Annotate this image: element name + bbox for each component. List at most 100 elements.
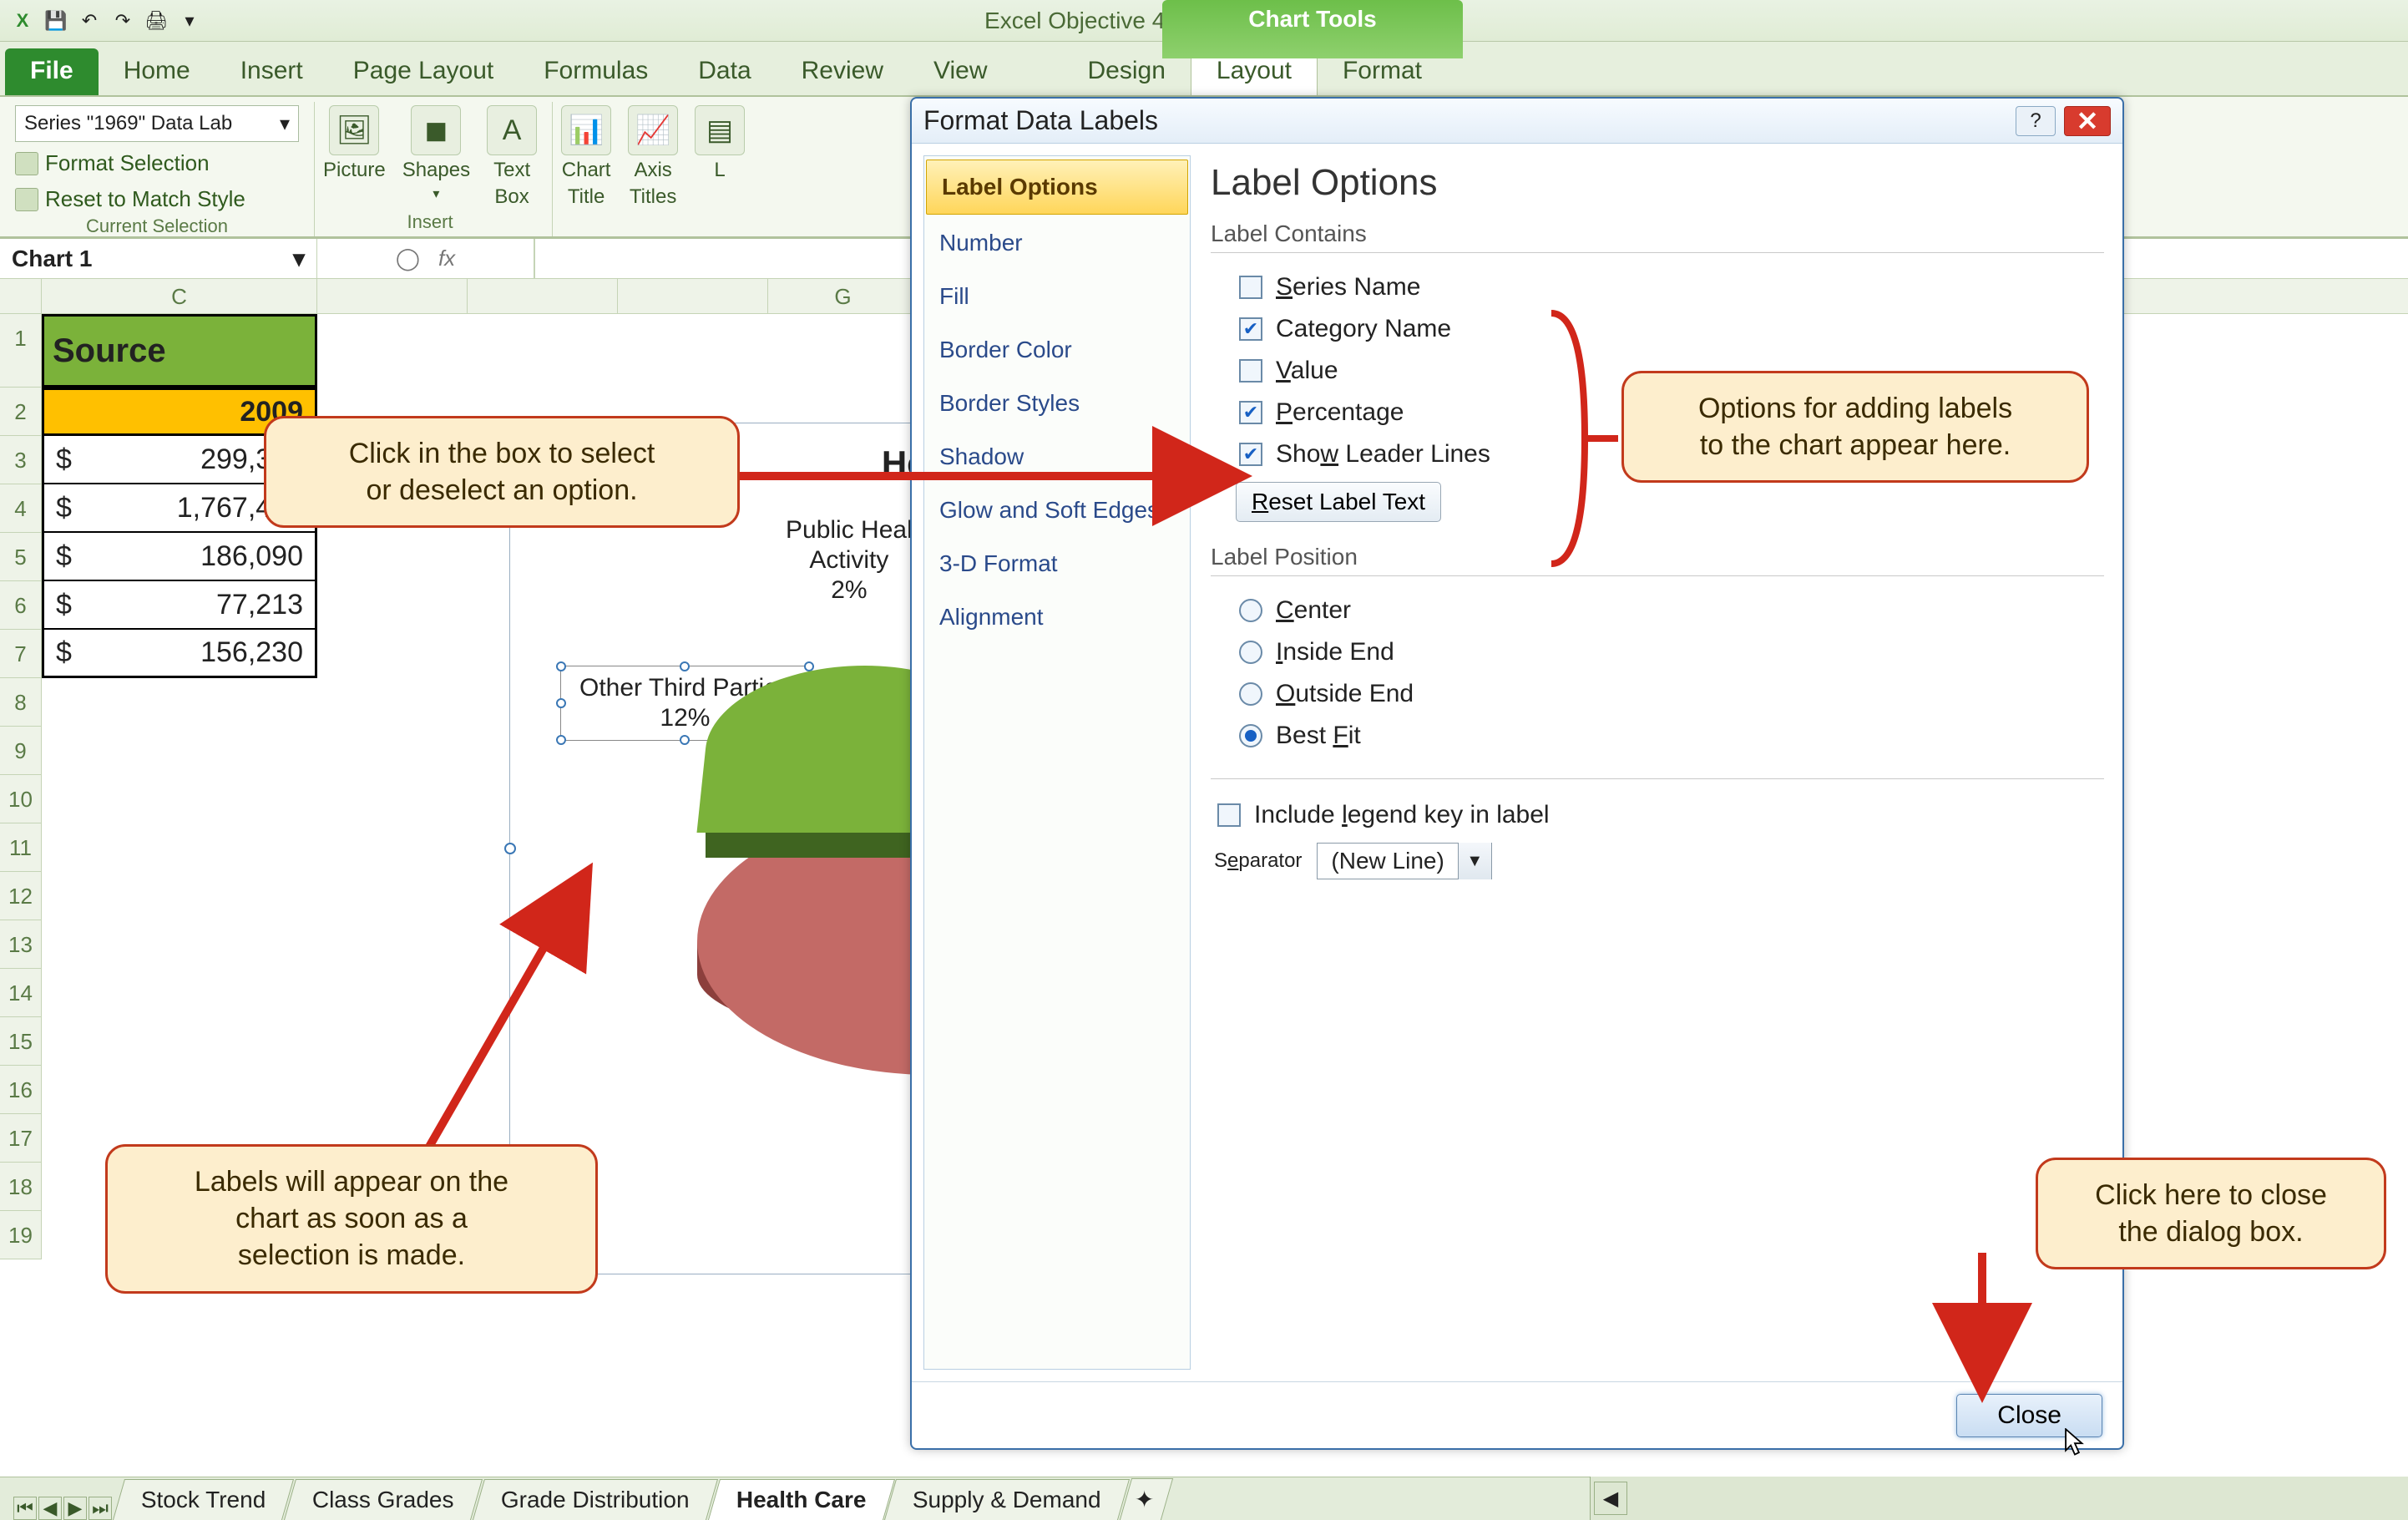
column-header[interactable]: [468, 279, 618, 313]
scroll-left-icon[interactable]: ◀: [1594, 1482, 1627, 1515]
chart-element-selector[interactable]: Series "1969" Data Lab ▾: [15, 105, 299, 142]
nav-label-options[interactable]: Label Options: [926, 160, 1188, 215]
column-header[interactable]: [317, 279, 468, 313]
tab-view[interactable]: View: [908, 48, 1012, 95]
separator-dropdown[interactable]: (New Line) ▼: [1317, 843, 1491, 879]
sheet-nav-last-icon[interactable]: ⏭: [89, 1497, 112, 1520]
row-header[interactable]: 7: [0, 630, 41, 678]
resize-handle[interactable]: [504, 843, 516, 854]
data-label-public-health[interactable]: Public Heal Activity 2%: [786, 515, 913, 605]
row-header[interactable]: 11: [0, 823, 41, 872]
column-header[interactable]: G: [768, 279, 918, 313]
nav-border-styles[interactable]: Border Styles: [924, 377, 1190, 430]
picture-button[interactable]: 🖼 Picture: [323, 105, 386, 182]
row-header[interactable]: 14: [0, 969, 41, 1017]
nav-fill[interactable]: Fill: [924, 270, 1190, 323]
tab-page-layout[interactable]: Page Layout: [328, 48, 519, 95]
print-icon[interactable]: 🖨: [144, 8, 169, 33]
row-header[interactable]: 1: [0, 314, 41, 388]
panel-heading: Label Options: [1211, 162, 2104, 204]
chart-title-button[interactable]: 📊 Chart Title: [561, 105, 611, 209]
sheet-tab[interactable]: Grade Distribution: [473, 1479, 718, 1520]
row-header[interactable]: 5: [0, 533, 41, 581]
checkbox-legend-key[interactable]: Include legend key in label: [1211, 794, 2104, 836]
checkbox-icon: ✔: [1239, 401, 1262, 424]
row-header[interactable]: 3: [0, 436, 41, 484]
tab-formulas[interactable]: Formulas: [519, 48, 673, 95]
format-selection-label: Format Selection: [45, 150, 210, 176]
textbox-button[interactable]: A Text Box: [487, 105, 537, 209]
picture-label: Picture: [323, 159, 386, 182]
row-header[interactable]: 15: [0, 1017, 41, 1066]
sheet-nav-first-icon[interactable]: ⏮: [13, 1497, 37, 1520]
select-all-triangle[interactable]: [0, 279, 42, 313]
radio-icon: [1239, 724, 1262, 747]
nav-number[interactable]: Number: [924, 216, 1190, 270]
tab-data[interactable]: Data: [673, 48, 776, 95]
legend-label: L: [714, 159, 725, 182]
axis-titles-button[interactable]: 📈 Axis Titles: [628, 105, 678, 209]
radio-outside-end[interactable]: Outside End: [1236, 673, 2104, 715]
row-header[interactable]: 4: [0, 484, 41, 533]
table-row[interactable]: $77,213: [42, 581, 317, 630]
shapes-button[interactable]: ◼ Shapes ▾: [402, 105, 470, 202]
name-box[interactable]: Chart 1 ▾: [0, 239, 317, 278]
radio-center[interactable]: Center: [1236, 590, 2104, 631]
tab-insert[interactable]: Insert: [215, 48, 328, 95]
row-header[interactable]: 6: [0, 581, 41, 630]
callout-line: or deselect an option.: [291, 472, 712, 509]
tab-file[interactable]: File: [5, 48, 99, 95]
row-header[interactable]: 12: [0, 872, 41, 920]
row-header[interactable]: 19: [0, 1211, 41, 1259]
undo-icon[interactable]: ↶: [77, 8, 102, 33]
axis-titles-label-1: Axis: [634, 159, 671, 182]
row-header[interactable]: 18: [0, 1163, 41, 1211]
column-header[interactable]: [618, 279, 768, 313]
sheet-nav-prev-icon[interactable]: ◀: [38, 1497, 62, 1520]
format-selection-button[interactable]: Format Selection: [15, 149, 210, 178]
row-header[interactable]: 10: [0, 775, 41, 823]
row-header[interactable]: 9: [0, 727, 41, 775]
sheet-tab[interactable]: Stock Trend: [113, 1479, 294, 1520]
checkbox-icon: ✔: [1239, 317, 1262, 341]
radio-inside-end[interactable]: Inside End: [1236, 631, 2104, 673]
sheet-tab[interactable]: Supply & Demand: [884, 1479, 1130, 1520]
legend-icon: ▤: [695, 105, 745, 155]
save-icon[interactable]: 💾: [43, 8, 68, 33]
checkbox-series-name[interactable]: Series Name: [1236, 266, 2104, 308]
checkbox-category-name[interactable]: ✔Category Name: [1236, 308, 2104, 350]
formula-bar-buttons: ◯ fx: [317, 239, 534, 278]
row-header[interactable]: 2: [0, 388, 41, 436]
row-header[interactable]: 8: [0, 678, 41, 727]
dialog-title-text: Format Data Labels: [923, 105, 1158, 136]
currency-symbol: $: [56, 443, 72, 476]
radio-best-fit[interactable]: Best Fit: [1236, 715, 2104, 757]
table-row[interactable]: $186,090: [42, 533, 317, 581]
tab-home[interactable]: Home: [99, 48, 215, 95]
redo-icon[interactable]: ↷: [110, 8, 135, 33]
row-header[interactable]: 13: [0, 920, 41, 969]
help-button[interactable]: ?: [2016, 106, 2056, 136]
tab-review[interactable]: Review: [777, 48, 908, 95]
row-header[interactable]: 17: [0, 1114, 41, 1163]
table-row[interactable]: $156,230: [42, 630, 317, 678]
reset-match-style-button[interactable]: Reset to Match Style: [15, 185, 245, 214]
legend-button[interactable]: ▤ L: [695, 105, 745, 182]
fx-icon[interactable]: fx: [438, 246, 455, 271]
qat-more-icon[interactable]: ▾: [177, 8, 202, 33]
chevron-down-icon: ▾: [280, 112, 290, 136]
sheet-tab-active[interactable]: Health Care: [708, 1479, 895, 1520]
row-header[interactable]: 16: [0, 1066, 41, 1114]
horizontal-scrollbar[interactable]: ◀: [1590, 1477, 2408, 1520]
nav-alignment[interactable]: Alignment: [924, 590, 1190, 644]
dialog-titlebar[interactable]: Format Data Labels ? ✕: [912, 99, 2122, 144]
close-x-button[interactable]: ✕: [2064, 106, 2111, 136]
sheet-nav-next-icon[interactable]: ▶: [63, 1497, 87, 1520]
cell-source-header[interactable]: Source: [42, 314, 317, 388]
nav-border-color[interactable]: Border Color: [924, 323, 1190, 377]
sheet-tab[interactable]: Class Grades: [284, 1479, 483, 1520]
checkbox-icon: [1239, 276, 1262, 299]
column-header[interactable]: C: [42, 279, 317, 313]
nav-3d-format[interactable]: 3-D Format: [924, 537, 1190, 590]
data-label-line: Public Heal: [786, 515, 913, 545]
